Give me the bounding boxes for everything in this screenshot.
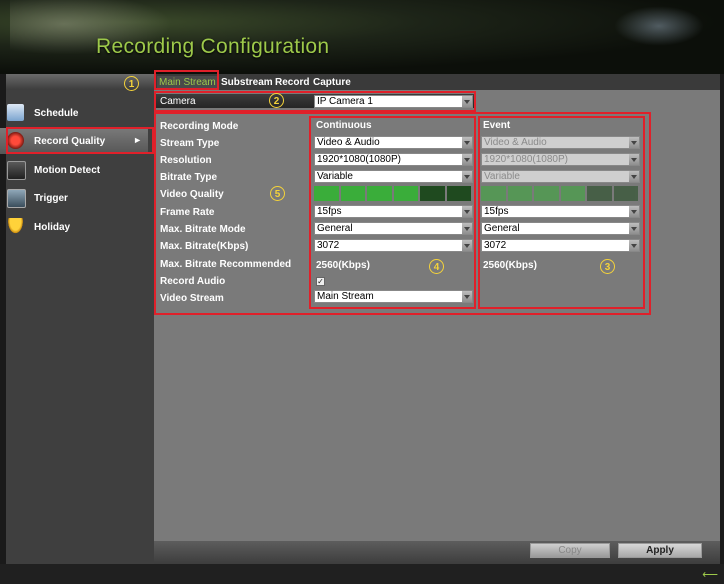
header-banner: Recording Configuration bbox=[0, 0, 724, 74]
sidebar-item-holiday[interactable]: Holiday bbox=[0, 214, 148, 240]
motion-icon bbox=[7, 161, 26, 180]
sidebar-item-label: Trigger bbox=[34, 193, 68, 204]
highlight-sidebar-box bbox=[6, 127, 154, 154]
sidebar-item-label: Schedule bbox=[34, 108, 79, 119]
badge-3: 3 bbox=[600, 259, 615, 274]
highlight-camera-box bbox=[154, 91, 476, 112]
highlight-continuous-box bbox=[309, 116, 476, 309]
sidebar-item-label: Holiday bbox=[34, 222, 71, 233]
tab-capture[interactable]: Capture bbox=[311, 76, 353, 89]
badge-1: 1 bbox=[124, 76, 139, 91]
sidebar-item-motion-detect[interactable]: Motion Detect bbox=[0, 157, 148, 183]
umbrella-icon bbox=[7, 218, 24, 235]
tab-substream[interactable]: Substream bbox=[219, 76, 275, 89]
banner-glow bbox=[614, 6, 704, 46]
copy-button[interactable]: Copy bbox=[530, 543, 610, 558]
sidebar-item-label: Motion Detect bbox=[34, 165, 101, 176]
badge-4: 4 bbox=[429, 259, 444, 274]
sidebar-item-schedule[interactable]: Schedule bbox=[0, 100, 148, 126]
badge-2: 2 bbox=[269, 93, 284, 108]
page-title: Recording Configuration bbox=[96, 35, 330, 58]
badge-5: 5 bbox=[270, 186, 285, 201]
trigger-icon bbox=[7, 189, 26, 208]
calendar-icon bbox=[7, 104, 24, 121]
sidebar-item-trigger[interactable]: Trigger bbox=[0, 185, 148, 211]
footer-bar: ⟵ bbox=[0, 564, 724, 584]
apply-button[interactable]: Apply bbox=[618, 543, 702, 558]
back-arrow-icon[interactable]: ⟵ bbox=[702, 568, 718, 581]
tab-record[interactable]: Record bbox=[273, 76, 311, 89]
highlight-event-box bbox=[478, 116, 645, 309]
highlight-tab-box bbox=[154, 70, 219, 90]
